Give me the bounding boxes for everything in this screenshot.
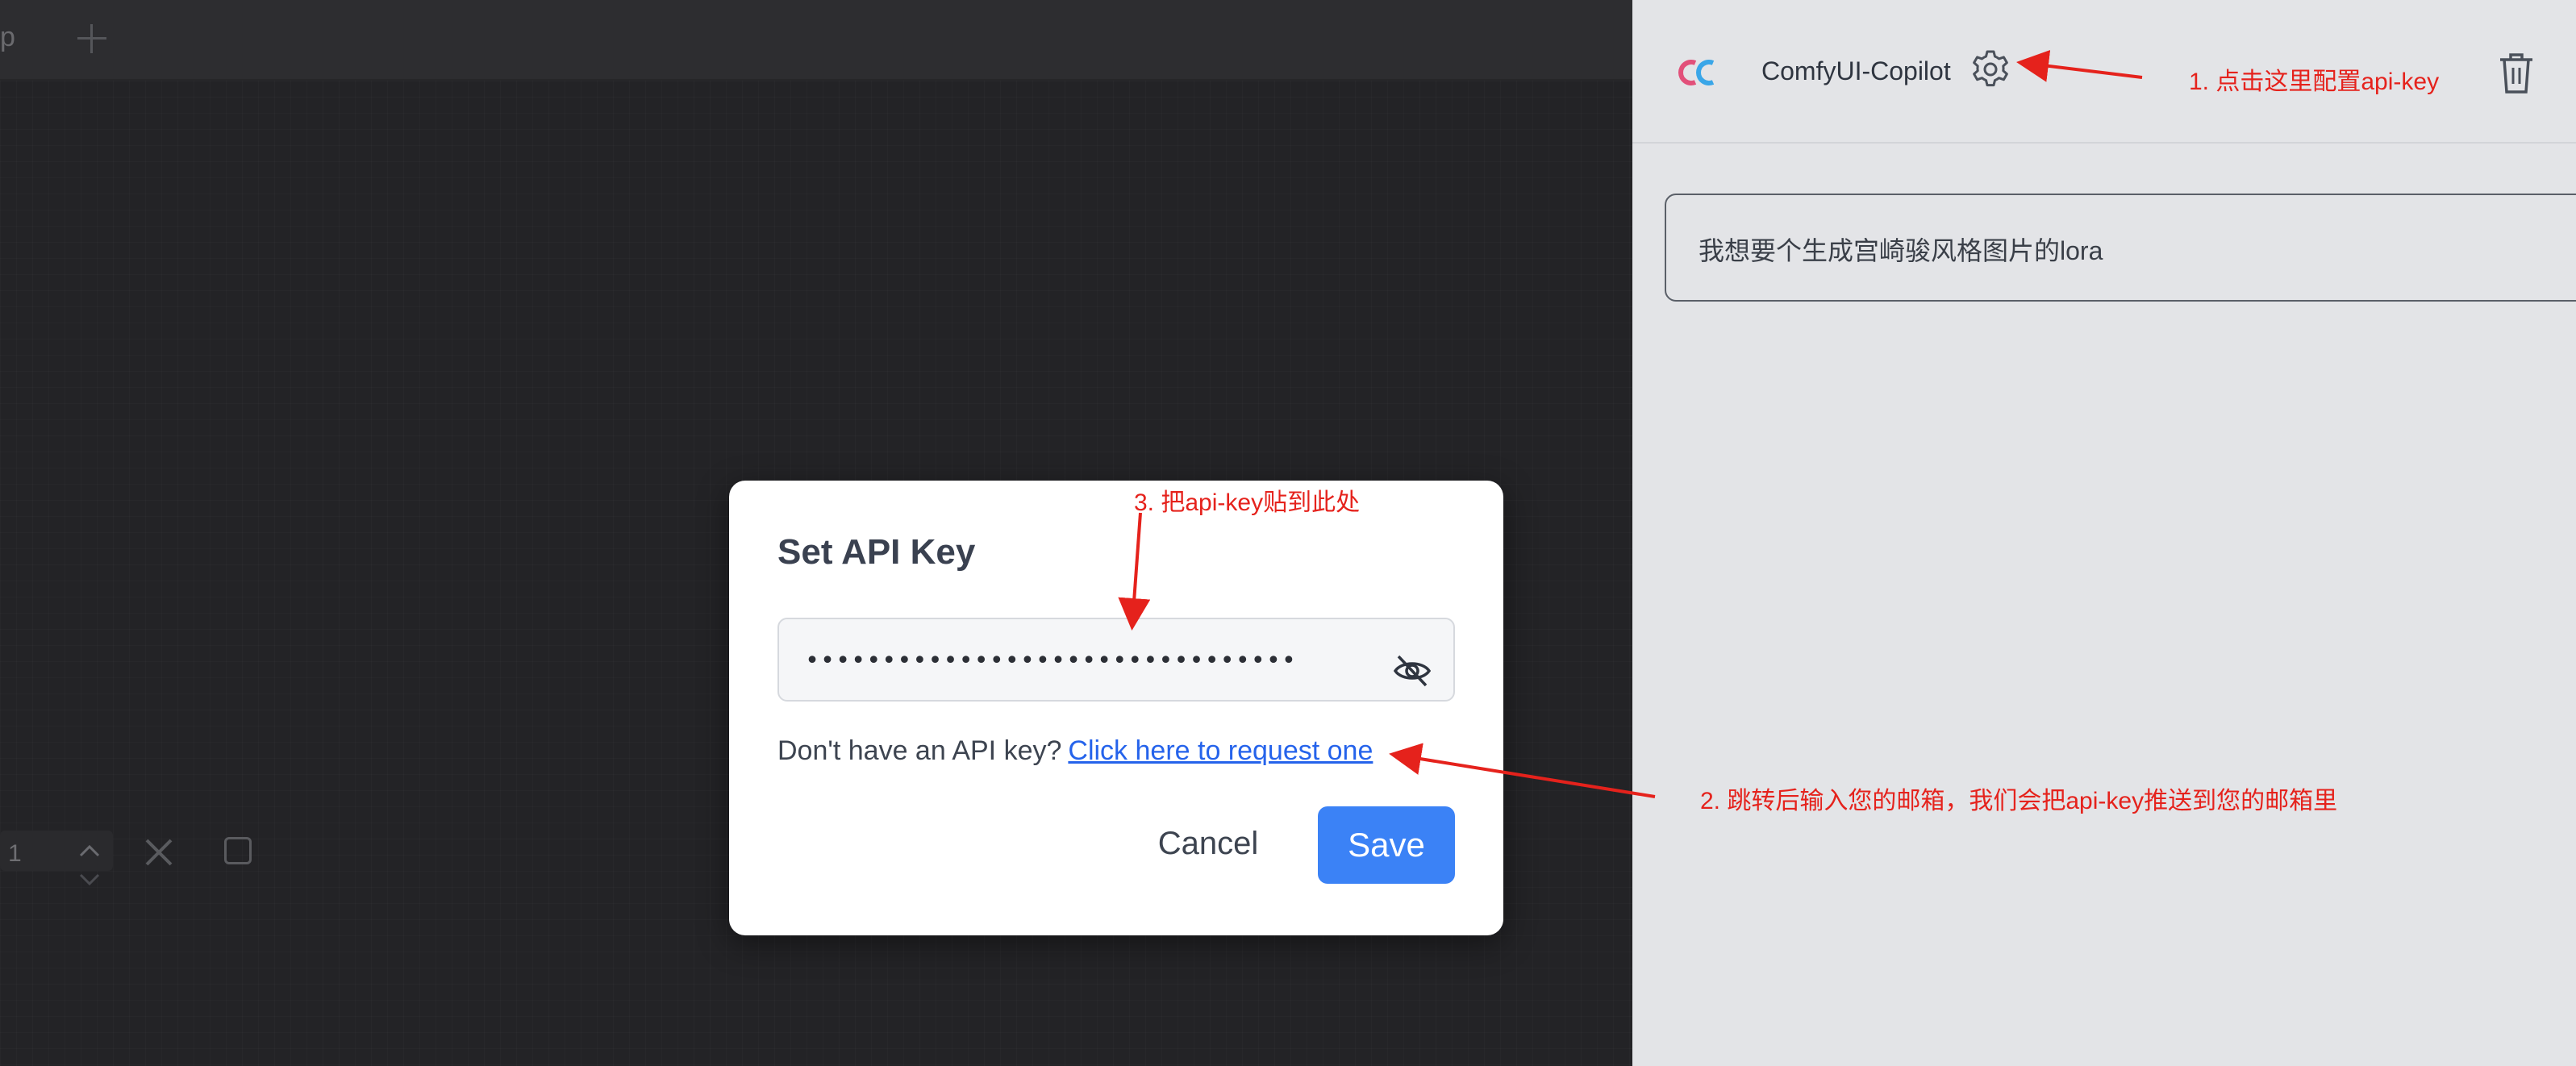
eye-off-icon[interactable] [1392,653,1432,689]
workflow-tab-bar: p [0,0,1632,81]
queue-controls: 1 [0,822,274,887]
set-api-key-dialog: Set API Key Don't have an API key?Click … [729,481,1503,935]
chat-input-field[interactable]: 我想要个生成宫崎骏风格图片的lora [1665,194,2576,302]
save-button[interactable]: Save [1318,806,1455,884]
batch-count-value[interactable]: 1 [8,840,22,868]
workflow-tab-label[interactable]: p [0,21,15,53]
request-api-key-link[interactable]: Click here to request one [1068,735,1373,766]
api-key-field [777,618,1455,702]
api-key-help: Don't have an API key? Click here to requ… [777,735,1373,767]
comfyui-copilot-logo [1678,60,1715,85]
copilot-sidebar: ComfyUI-Copilot 我想要个生成宫崎骏风格图片的lora [1632,0,2576,1066]
chevron-up-icon[interactable] [77,842,102,860]
help-text: Don't have an API key? [777,735,1062,766]
close-icon[interactable] [140,834,177,871]
batch-count-stepper[interactable]: 1 [0,831,113,886]
api-key-input[interactable] [803,635,1371,685]
cancel-button[interactable]: Cancel [1136,808,1281,879]
chat-input-text[interactable]: 我想要个生成宫崎骏风格图片的lora [1699,231,2103,268]
app-title: ComfyUI-Copilot [1761,56,1951,85]
trash-icon[interactable] [2497,50,2536,95]
add-tab-icon[interactable] [73,19,111,58]
sidebar-header: ComfyUI-Copilot [1632,0,2576,144]
dialog-title: Set API Key [777,532,976,572]
checkbox-icon[interactable] [224,837,252,864]
chevron-down-icon[interactable] [77,871,102,889]
gear-icon[interactable] [1970,48,2011,90]
